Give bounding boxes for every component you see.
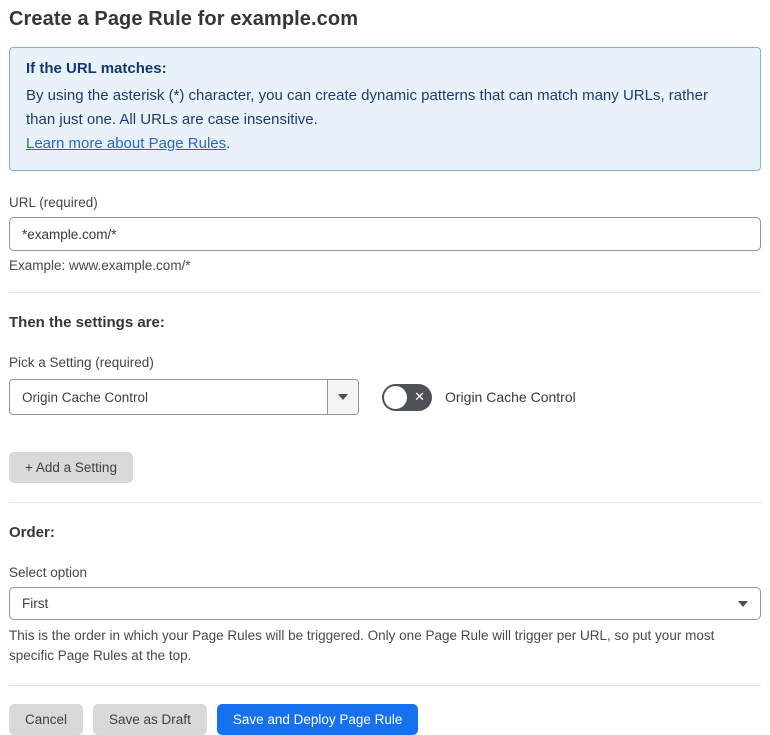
order-select-value: First — [22, 596, 49, 611]
link-period: . — [226, 135, 231, 152]
order-select[interactable]: First — [9, 587, 761, 620]
setting-picker-dropdown[interactable]: Origin Cache Control — [9, 379, 359, 415]
add-setting-button[interactable]: + Add a Setting — [9, 452, 133, 483]
url-field-label: URL (required) — [9, 195, 98, 210]
info-box-heading: If the URL matches: — [26, 60, 167, 77]
order-section-heading: Order: — [9, 524, 55, 541]
info-box-link-line: Learn more about Page Rules. — [26, 132, 744, 156]
divider-after-settings — [9, 502, 761, 503]
footer-actions: Cancel Save as Draft Save and Deploy Pag… — [9, 704, 761, 735]
cancel-button[interactable]: Cancel — [9, 704, 84, 735]
url-match-info-box: If the URL matches: By using the asteris… — [9, 47, 761, 171]
divider-after-url — [9, 292, 761, 293]
chevron-down-icon — [338, 394, 348, 400]
info-box-body: By using the asterisk (*) character, you… — [26, 87, 708, 128]
url-example-text: Example: www.example.com/* — [9, 258, 191, 273]
learn-more-link[interactable]: Learn more about Page Rules — [26, 135, 226, 152]
select-option-label: Select option — [9, 565, 88, 580]
toggle-off-x-icon: ✕ — [414, 389, 425, 405]
settings-section-heading: Then the settings are: — [9, 314, 165, 331]
pick-setting-label: Pick a Setting (required) — [9, 355, 154, 370]
toggle-knob — [384, 385, 407, 409]
save-as-draft-button[interactable]: Save as Draft — [93, 704, 207, 735]
url-input[interactable] — [9, 217, 761, 251]
toggle-setting-label: Origin Cache Control — [445, 389, 576, 405]
setting-picker-value: Origin Cache Control — [22, 389, 149, 405]
setting-row: Origin Cache Control ✕ Origin Cache Cont… — [9, 379, 761, 415]
chevron-down-icon — [738, 600, 748, 607]
origin-cache-control-toggle[interactable]: ✕ — [382, 383, 432, 411]
order-help-text: This is the order in which your Page Rul… — [9, 628, 715, 663]
divider-before-footer — [9, 685, 761, 686]
save-and-deploy-button[interactable]: Save and Deploy Page Rule — [216, 704, 419, 735]
page-title: Create a Page Rule for example.com — [9, 8, 359, 30]
page-rule-form: Create a Page Rule for example.com If th… — [0, 0, 770, 735]
setting-picker-caret-button[interactable] — [327, 380, 358, 414]
